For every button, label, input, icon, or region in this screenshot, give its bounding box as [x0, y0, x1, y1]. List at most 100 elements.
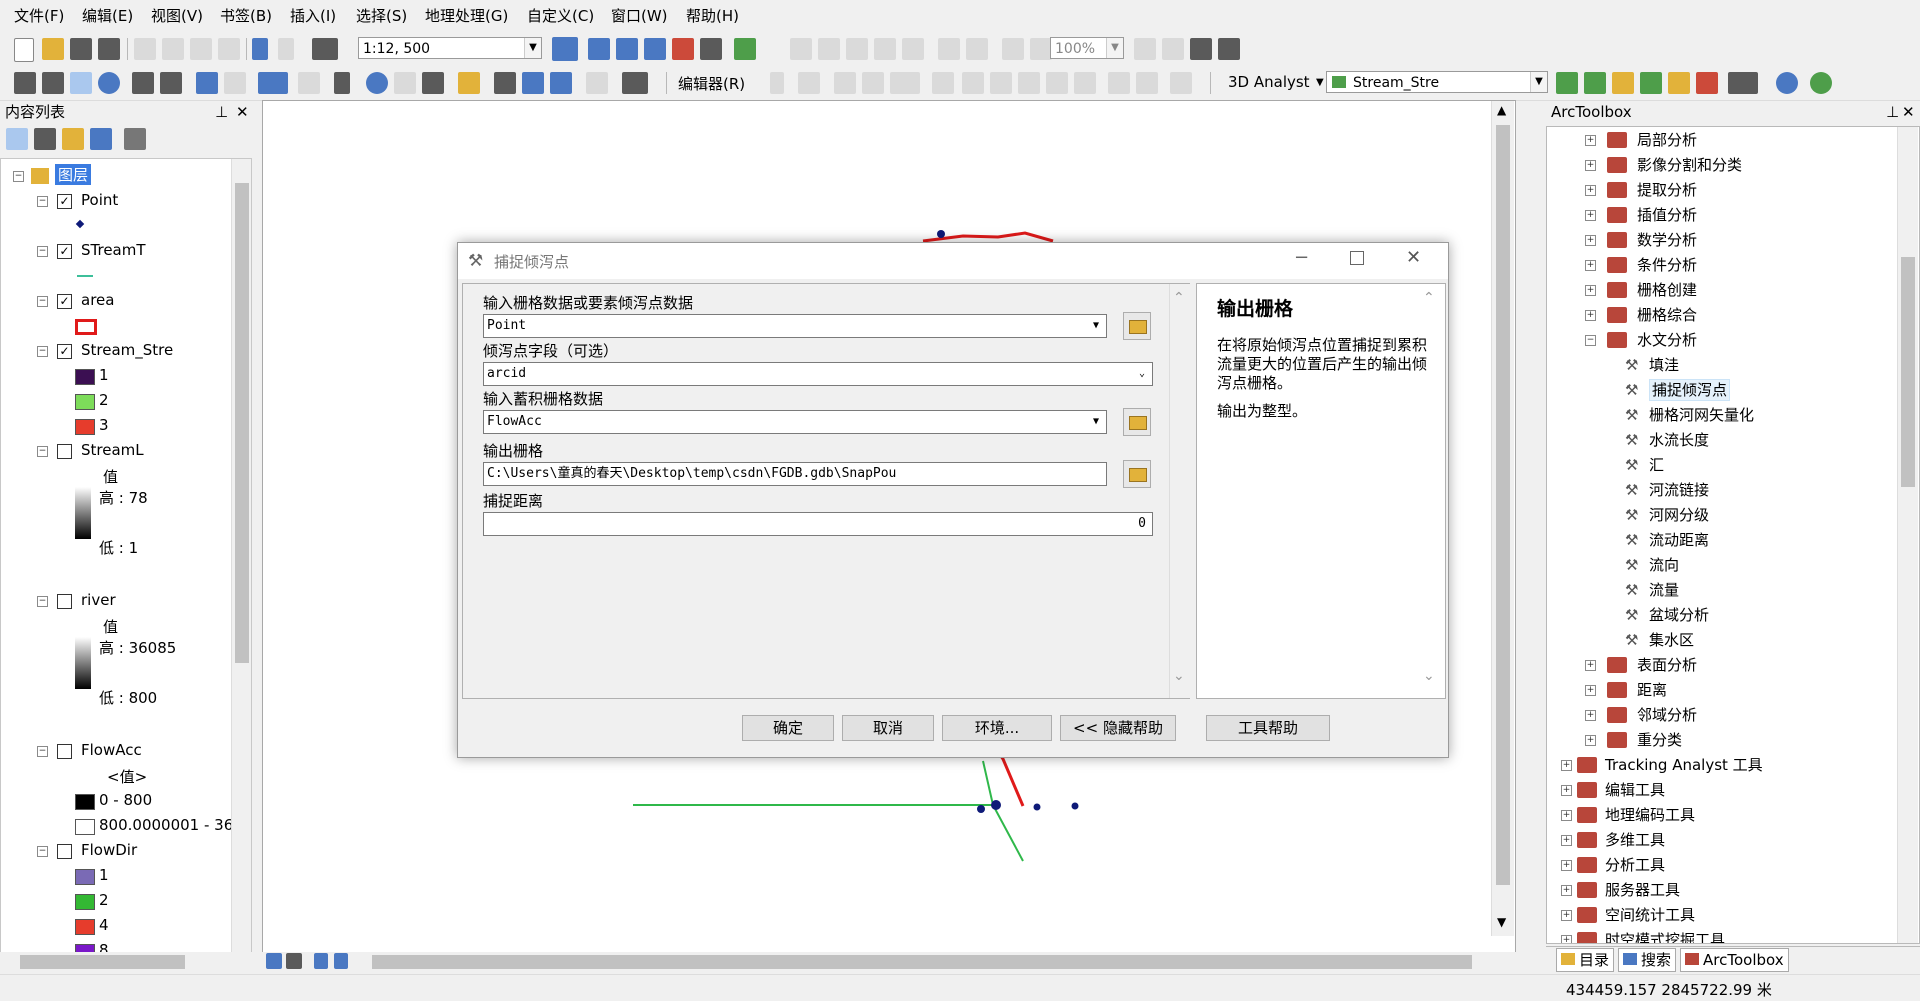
close-icon[interactable]: ✕ — [1902, 100, 1915, 124]
hyperlink-icon[interactable] — [394, 72, 416, 94]
list-by-visibility-icon[interactable] — [62, 128, 84, 150]
cut-icon[interactable] — [134, 38, 156, 60]
scrollbar-thumb[interactable] — [235, 183, 249, 663]
tab-arctoolbox[interactable]: ArcToolbox — [1680, 948, 1789, 972]
zoom-in-icon[interactable] — [14, 72, 36, 94]
layout-icon-7[interactable] — [966, 38, 988, 60]
collapse-icon[interactable]: − — [37, 346, 48, 357]
layer-name-area[interactable]: area — [81, 291, 114, 309]
edit-vertices-icon[interactable] — [962, 72, 984, 94]
menu-windows[interactable]: 窗口(W) — [611, 5, 668, 26]
rotate-icon[interactable] — [1074, 72, 1096, 94]
create-contours-icon[interactable] — [1556, 72, 1578, 94]
split-icon[interactable] — [1046, 72, 1068, 94]
map-vertical-scrollbar[interactable]: ▲ ▼ — [1491, 101, 1514, 936]
layout-icon-1[interactable] — [790, 38, 812, 60]
attributes-icon[interactable] — [1108, 72, 1130, 94]
arctoolbox-icon[interactable] — [672, 38, 694, 60]
browse-folder-button[interactable] — [1123, 312, 1151, 340]
tool-flow-length[interactable]: ⚒ 水流长度 — [1547, 429, 1867, 451]
select-elements-icon[interactable] — [334, 72, 350, 94]
redo-icon[interactable] — [278, 38, 294, 60]
toolbox-tracking-analyst[interactable]: + Tracking Analyst 工具 — [1547, 754, 1867, 776]
toolset-segmentation[interactable]: + 影像分割和分类 — [1547, 154, 1867, 176]
layout-icon-10[interactable] — [1134, 38, 1156, 60]
zoom-percent-combo[interactable]: 100% ▼ — [1050, 37, 1124, 59]
menu-insert[interactable]: 插入(I) — [290, 5, 336, 26]
layout-icon-3[interactable] — [846, 38, 868, 60]
layout-icon-13[interactable] — [1218, 38, 1240, 60]
toolbox-geocoding[interactable]: + 地理编码工具 — [1547, 804, 1867, 826]
toolset-reclass[interactable]: + 重分类 — [1547, 729, 1867, 751]
delete-icon[interactable] — [218, 38, 240, 60]
parameters-scrollbar[interactable]: ⌃ ⌄ — [1169, 284, 1190, 698]
collapse-icon[interactable]: − — [37, 296, 48, 307]
pause-drawing-icon[interactable] — [334, 953, 348, 969]
toolset-local[interactable]: + 局部分析 — [1547, 129, 1867, 151]
tool-stream-to-feature[interactable]: ⚒ 栅格河网矢量化 — [1547, 404, 1867, 426]
toolbox-editing[interactable]: + 编辑工具 — [1547, 779, 1867, 801]
identify-icon[interactable] — [366, 72, 388, 94]
collapse-icon[interactable]: − — [37, 746, 48, 757]
layout-icon-2[interactable] — [818, 38, 840, 60]
menu-selection[interactable]: 选择(S) — [356, 5, 407, 26]
tool-flow-direction[interactable]: ⚒ 流向 — [1547, 554, 1867, 576]
toolset-conditional[interactable]: + 条件分析 — [1547, 254, 1867, 276]
environments-button[interactable]: 环境... — [942, 715, 1052, 741]
browse-folder-button[interactable] — [1123, 408, 1151, 436]
zoom-out-icon[interactable] — [42, 72, 64, 94]
layer-name-point[interactable]: Point — [81, 191, 118, 209]
chevron-down-icon[interactable]: ⌄ — [1133, 364, 1151, 384]
select-features-icon[interactable] — [258, 72, 288, 94]
toolbox-multidimension[interactable]: + 多维工具 — [1547, 829, 1867, 851]
toolbox-space-time[interactable]: + 时空模式挖掘工具 — [1547, 929, 1867, 943]
browse-folder-button[interactable] — [1123, 460, 1151, 488]
scroll-down-icon[interactable]: ⌄ — [1423, 668, 1435, 684]
toc-options-icon[interactable] — [124, 128, 146, 150]
scroll-down-icon[interactable]: ⌄ — [1173, 668, 1185, 684]
toolset-neighborhood[interactable]: + 邻域分析 — [1547, 704, 1867, 726]
collapse-icon[interactable]: − — [37, 196, 48, 207]
layout-icon-4[interactable] — [874, 38, 896, 60]
steepest-path-icon[interactable] — [1584, 72, 1606, 94]
layer-name-streamt[interactable]: STreamT — [81, 241, 146, 259]
menu-bookmarks[interactable]: 书签(B) — [220, 5, 272, 26]
arcscene-icon[interactable] — [1776, 72, 1798, 94]
paste-icon[interactable] — [190, 38, 212, 60]
close-icon[interactable]: ✕ — [1406, 247, 1421, 268]
tool-snap-pour-point[interactable]: ⚒ 捕捉倾泻点 — [1547, 379, 1867, 401]
pan-icon[interactable] — [70, 72, 92, 94]
layer-checkbox-stream-stre[interactable]: ✓ — [57, 344, 72, 359]
fixed-zoom-in-icon[interactable] — [132, 72, 154, 94]
measure-icon[interactable] — [458, 72, 480, 94]
straight-segment-icon[interactable] — [834, 72, 856, 94]
toolset-interpolation[interactable]: + 插值分析 — [1547, 204, 1867, 226]
toolset-extraction[interactable]: + 提取分析 — [1547, 179, 1867, 201]
layer-name-flowdir[interactable]: FlowDir — [81, 841, 137, 859]
toc-vertical-scrollbar[interactable] — [231, 159, 251, 953]
sketch-properties-icon[interactable] — [1136, 72, 1158, 94]
interpolate-polygon-icon[interactable] — [1696, 72, 1718, 94]
tool-help-button[interactable]: 工具帮助 — [1206, 715, 1330, 741]
collapse-icon[interactable]: − — [13, 171, 24, 182]
layer-checkbox-streaml[interactable] — [57, 444, 72, 459]
minimize-icon[interactable]: − — [1294, 247, 1309, 268]
go-to-xy-icon[interactable] — [550, 72, 572, 94]
collapse-icon[interactable]: − — [37, 846, 48, 857]
layout-icon-6[interactable] — [938, 38, 960, 60]
scrollbar-thumb[interactable] — [1901, 257, 1915, 487]
list-by-source-icon[interactable] — [34, 128, 56, 150]
ok-button[interactable]: 确定 — [742, 715, 834, 741]
pour-point-field-select[interactable]: arcid ⌄ — [483, 362, 1153, 386]
layer-name-stream-stre[interactable]: Stream_Stre — [81, 341, 173, 359]
close-icon[interactable]: ✕ — [236, 100, 249, 124]
map-scale-combo[interactable]: 1:12, 500 ▼ — [358, 37, 542, 59]
tab-search[interactable]: 搜索 — [1618, 948, 1677, 972]
menu-geoprocessing[interactable]: 地理处理(G) — [425, 5, 508, 26]
expand-icon[interactable]: − — [37, 596, 48, 607]
edit-annotation-icon[interactable] — [798, 72, 820, 94]
arcglobe-icon[interactable] — [1810, 72, 1832, 94]
data-view-icon[interactable] — [266, 953, 282, 969]
scroll-down-icon[interactable]: ▼ — [1497, 915, 1506, 929]
undo-icon[interactable] — [252, 38, 268, 60]
